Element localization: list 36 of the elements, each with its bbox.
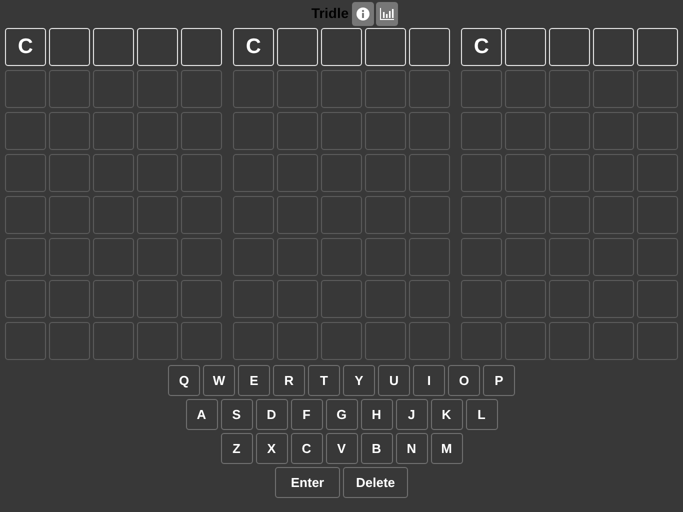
letter-key[interactable]: F <box>290 399 322 430</box>
action-key[interactable]: Enter <box>275 467 340 498</box>
letter-key[interactable]: H <box>360 399 392 430</box>
bar-chart-icon <box>378 7 395 21</box>
letter-key[interactable]: I <box>413 365 445 396</box>
letter-key[interactable]: J <box>396 399 428 430</box>
letter-key[interactable]: Z <box>220 433 252 464</box>
letter-key[interactable]: W <box>203 365 235 396</box>
app-title: Tridle <box>311 5 349 21</box>
letter-tile: C <box>461 28 502 66</box>
letter-key[interactable]: P <box>483 365 515 396</box>
letter-key[interactable]: L <box>466 399 498 430</box>
letter-key[interactable]: D <box>256 399 288 430</box>
letter-key[interactable]: C <box>290 433 322 464</box>
letter-key[interactable]: E <box>238 365 270 396</box>
letter-key[interactable]: X <box>256 433 288 464</box>
letter-key[interactable]: K <box>430 399 462 430</box>
letter-key[interactable]: N <box>396 433 428 464</box>
info-button[interactable] <box>352 2 374 26</box>
stats-button[interactable] <box>376 2 398 26</box>
action-key[interactable]: Delete <box>343 467 408 498</box>
letter-key[interactable]: S <box>220 399 252 430</box>
letter-key[interactable]: U <box>378 365 410 396</box>
letter-key[interactable]: Q <box>168 365 200 396</box>
letter-key[interactable]: O <box>448 365 480 396</box>
letter-key[interactable]: V <box>326 433 358 464</box>
info-icon <box>356 7 370 21</box>
letter-key[interactable]: G <box>326 399 358 430</box>
letter-key[interactable]: M <box>430 433 462 464</box>
letter-key[interactable]: A <box>186 399 218 430</box>
letter-key[interactable]: T <box>308 365 340 396</box>
letter-tile: C <box>5 28 46 66</box>
letter-key[interactable]: B <box>360 433 392 464</box>
letter-key[interactable]: R <box>273 365 305 396</box>
letter-key[interactable]: Y <box>343 365 375 396</box>
letter-tile: C <box>233 28 274 66</box>
